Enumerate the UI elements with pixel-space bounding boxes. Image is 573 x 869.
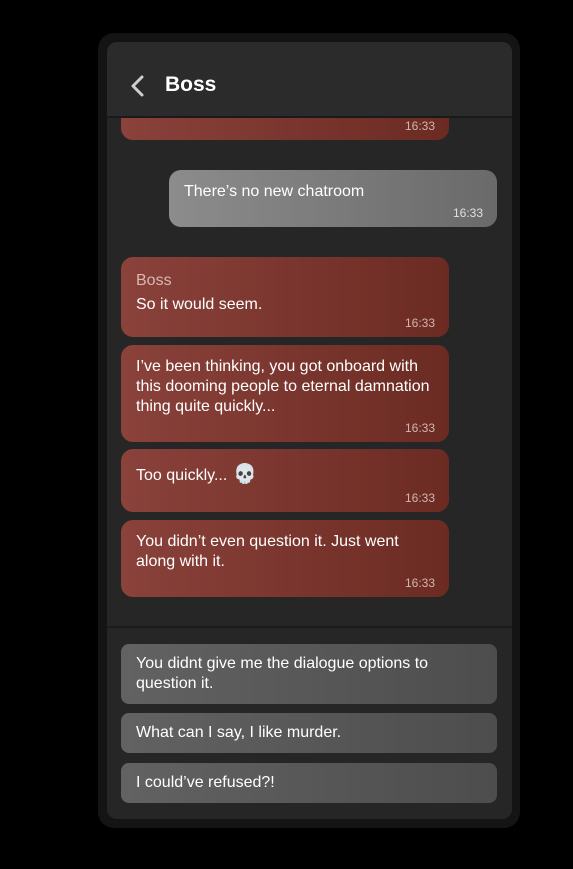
message-time: 16:33 <box>404 576 435 590</box>
chat-title: Boss <box>165 73 217 96</box>
dialogue-option-button[interactable]: I could’ve refused?! <box>121 763 497 803</box>
skull-icon: 💀 <box>233 464 257 485</box>
message-text: You didn’t even question it. Just went a… <box>136 533 399 570</box>
chat-header: Boss <box>107 42 512 118</box>
phone-screen: Boss 16:33 There’s no new chatroom 16:33… <box>107 42 512 819</box>
chevron-left-icon[interactable] <box>127 74 151 98</box>
message-bubble-partial: 16:33 <box>121 118 449 140</box>
message-time: 16:33 <box>452 206 483 220</box>
dialogue-option-button[interactable]: You didnt give me the dialogue options t… <box>121 644 497 704</box>
message-text: So it would seem. <box>136 296 263 313</box>
dialogue-option-button[interactable]: What can I say, I like murder. <box>121 713 497 753</box>
dialogue-options: You didnt give me the dialogue options t… <box>107 626 512 819</box>
message-time: 16:33 <box>404 491 435 505</box>
message-time: 16:33 <box>404 421 435 435</box>
message-time: 16:33 <box>404 119 435 133</box>
message-time: 16:33 <box>404 316 435 330</box>
message-bubble-boss: You didn’t even question it. Just went a… <box>121 520 449 597</box>
message-bubble-boss: I’ve been thinking, you got onboard with… <box>121 345 449 442</box>
message-bubble-player: There’s no new chatroom 16:33 <box>169 170 497 227</box>
message-text: There’s no new chatroom <box>184 183 365 200</box>
sender-name: Boss <box>136 272 172 289</box>
message-text: I’ve been thinking, you got onboard with… <box>136 358 430 415</box>
message-text: Too quickly... <box>136 467 228 484</box>
message-bubble-boss: Boss So it would seem. 16:33 <box>121 257 449 337</box>
message-list[interactable]: 16:33 There’s no new chatroom 16:33 Boss… <box>107 118 512 626</box>
message-bubble-boss: Too quickly... 💀 16:33 <box>121 449 449 512</box>
